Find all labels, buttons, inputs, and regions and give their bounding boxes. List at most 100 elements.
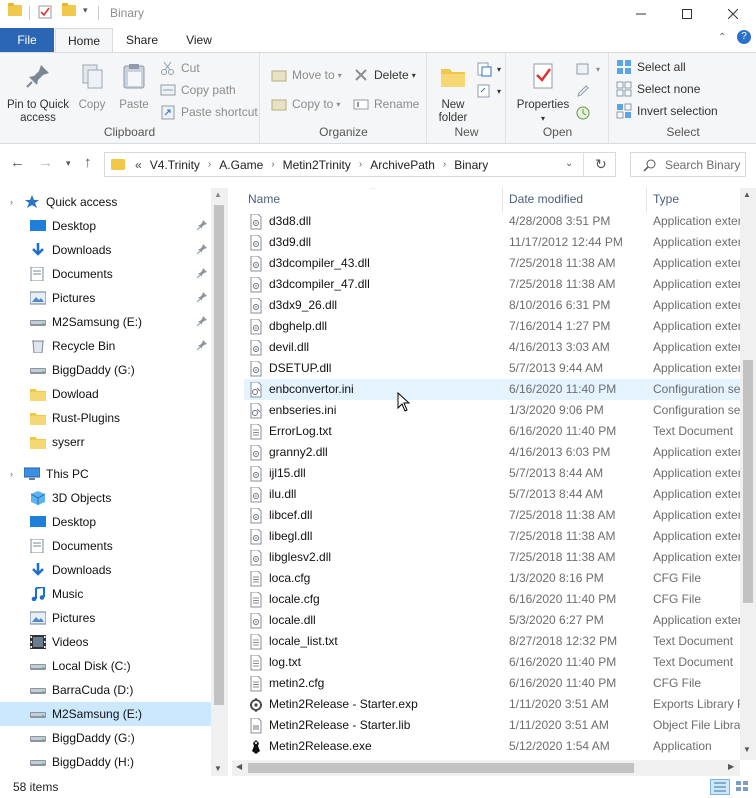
pin-to-quick-access-button[interactable]: Pin to Quick access [4,61,72,125]
list-scroll-right-icon[interactable]: ▶ [728,762,734,771]
search-input[interactable]: Search Binary [630,152,746,177]
nav-item[interactable]: Desktop [0,214,212,238]
maximize-button[interactable] [664,0,710,28]
paste-shortcut-button[interactable]: Paste shortcut [160,102,258,122]
cut-button[interactable]: Cut [160,58,200,78]
nav-item[interactable]: 3D Objects [0,486,212,510]
file-list-scrollbar-thumb[interactable] [743,360,753,603]
nav-item[interactable]: Videos [0,630,212,654]
file-row[interactable]: devil.dll 4/16/2013 3:03 AM Application ex… [244,337,740,358]
new-folder-quick-icon[interactable] [62,3,76,16]
file-row[interactable]: metin2.cfg 6/16/2020 11:40 PM CFG File [244,673,740,694]
tab-file[interactable]: File [0,28,54,52]
nav-item[interactable]: This PC › [0,462,212,486]
breadcrumb-overflow[interactable]: « [131,158,146,172]
copy-to-button[interactable]: Copy to ▾ [271,94,340,114]
nav-item[interactable]: Downloads [0,558,212,582]
nav-item[interactable]: Dowload [0,382,212,406]
breadcrumb-item[interactable]: Metin2Trinity [279,158,355,172]
file-row[interactable]: ErrorLog.txt 6/16/2020 11:40 PM Text Docum… [244,421,740,442]
breadcrumb-separator-icon[interactable]: › [355,159,366,170]
open-button[interactable]: ▾ [575,59,600,79]
address-bar[interactable]: « V4.Trinity › A.Game › Metin2Trinity › … [104,152,616,177]
file-row[interactable]: locale_list.txt 8/27/2018 12:32 PM Text Do… [244,631,740,652]
file-row[interactable]: loca.cfg 1/3/2020 8:16 PM CFG File [244,568,740,589]
breadcrumb-separator-icon[interactable]: › [204,159,215,170]
list-scroll-up-icon[interactable]: ▲ [743,190,751,199]
close-button[interactable] [710,0,756,28]
new-item-button[interactable]: ▾ [476,59,501,79]
file-row[interactable]: libegl.dll 7/25/2018 11:38 AM Application … [244,526,740,547]
tab-share[interactable]: Share [113,28,171,52]
nav-item[interactable]: Recycle Bin [0,334,212,358]
nav-item[interactable]: Music [0,582,212,606]
nav-item[interactable]: BiggDaddy (G:) [0,358,212,382]
nav-item[interactable]: BiggDaddy (H:) [0,750,212,774]
file-row[interactable]: log.txt 6/16/2020 11:40 PM Text Document [244,652,740,673]
breadcrumb-item[interactable]: Binary [450,158,492,172]
address-dropdown-chevron-icon[interactable]: ⌄ [565,158,573,169]
file-row[interactable]: granny2.dll 4/16/2013 6:03 PM Application … [244,442,740,463]
file-row[interactable]: enbseries.ini 1/3/2020 9:06 PM Configurati… [244,400,740,421]
nav-item[interactable]: BarraCuda (D:) [0,678,212,702]
nav-scroll-up-icon[interactable]: ▲ [214,190,222,199]
large-icons-view-icon[interactable] [734,779,752,795]
nav-item[interactable]: Quick access › [0,190,212,214]
file-row[interactable]: d3dx9_26.dll 8/10/2016 6:31 PM Application… [244,295,740,316]
properties-check-icon[interactable] [38,5,52,19]
file-row[interactable]: ilu.dll 5/7/2013 8:44 AM Application exten… [244,484,740,505]
minimize-button[interactable] [618,0,664,28]
history-button[interactable] [575,103,596,123]
help-icon[interactable]: ? [737,30,751,44]
file-row[interactable]: Metin2Release - Starter.lib 1/11/2020 3:5… [244,715,740,736]
list-scroll-left-icon[interactable]: ◀ [236,762,242,771]
recent-locations-chevron-icon[interactable]: ▾ [66,158,71,169]
file-list-horizontal-thumb[interactable] [248,763,634,773]
invert-selection-button[interactable]: Invert selection [616,101,718,121]
file-row[interactable]: locale.cfg 6/16/2020 11:40 PM CFG File [244,589,740,610]
details-view-icon[interactable] [710,779,730,795]
nav-item[interactable]: Pictures [0,606,212,630]
column-type-header[interactable]: Type [653,192,679,206]
copy-button[interactable]: Copy [74,61,110,112]
nav-scrollbar-thumb[interactable] [214,205,224,705]
file-row[interactable]: libcef.dll 7/25/2018 11:38 AM Application … [244,505,740,526]
nav-item[interactable]: M2Samsung (E:) [0,310,212,334]
tab-view[interactable]: View [171,28,227,52]
expand-chevron-icon[interactable]: › [10,469,13,479]
tab-home[interactable]: Home [55,28,113,53]
new-folder-button[interactable]: New folder [432,61,474,125]
copy-path-button[interactable]: Copy path [160,80,236,100]
breadcrumb-item[interactable]: ArchivePath [366,158,439,172]
move-to-button[interactable]: Move to ▾ [271,65,342,85]
file-row[interactable]: enbconvertor.ini 6/16/2020 11:40 PM Config… [244,379,740,400]
rename-button[interactable]: Rename [353,94,419,114]
file-row[interactable]: dbghelp.dll 7/16/2014 1:27 PM Application … [244,316,740,337]
file-row[interactable]: locale.dll 5/3/2020 6:27 PM Application ex… [244,610,740,631]
file-row[interactable]: d3d8.dll 4/28/2008 3:51 PM Application ext… [244,211,740,232]
refresh-icon[interactable]: ↻ [595,156,607,173]
easy-access-button[interactable]: ▾ [476,81,501,101]
select-none-button[interactable]: Select none [616,79,700,99]
paste-button[interactable]: Paste [114,61,154,112]
nav-item[interactable]: M2Samsung (E:) [0,702,212,726]
up-arrow-icon[interactable]: ↑ [84,154,92,171]
breadcrumb-separator-icon[interactable]: › [267,159,278,170]
nav-item[interactable]: Desktop [0,510,212,534]
file-row[interactable]: d3dcompiler_43.dll 7/25/2018 11:38 AM Appl… [244,253,740,274]
edit-button[interactable] [575,81,596,101]
column-name-header[interactable]: Name [248,192,280,206]
column-date-header[interactable]: Date modified [509,192,583,206]
file-row[interactable]: d3d9.dll 11/17/2012 12:44 PM Application e… [244,232,740,253]
expand-chevron-icon[interactable]: › [10,197,13,207]
nav-item[interactable]: Rust-Plugins [0,406,212,430]
breadcrumb-separator-icon[interactable]: › [439,159,450,170]
collapse-ribbon-icon[interactable]: ⌃ [718,32,726,43]
nav-item[interactable]: Downloads [0,238,212,262]
nav-item[interactable]: Documents [0,262,212,286]
nav-item[interactable]: syserr [0,430,212,454]
forward-arrow-icon[interactable]: → [38,154,53,171]
back-arrow-icon[interactable]: ← [10,154,25,171]
breadcrumb-item[interactable]: A.Game [215,158,267,172]
file-row[interactable]: ijl15.dll 5/7/2013 8:44 AM Application ext… [244,463,740,484]
